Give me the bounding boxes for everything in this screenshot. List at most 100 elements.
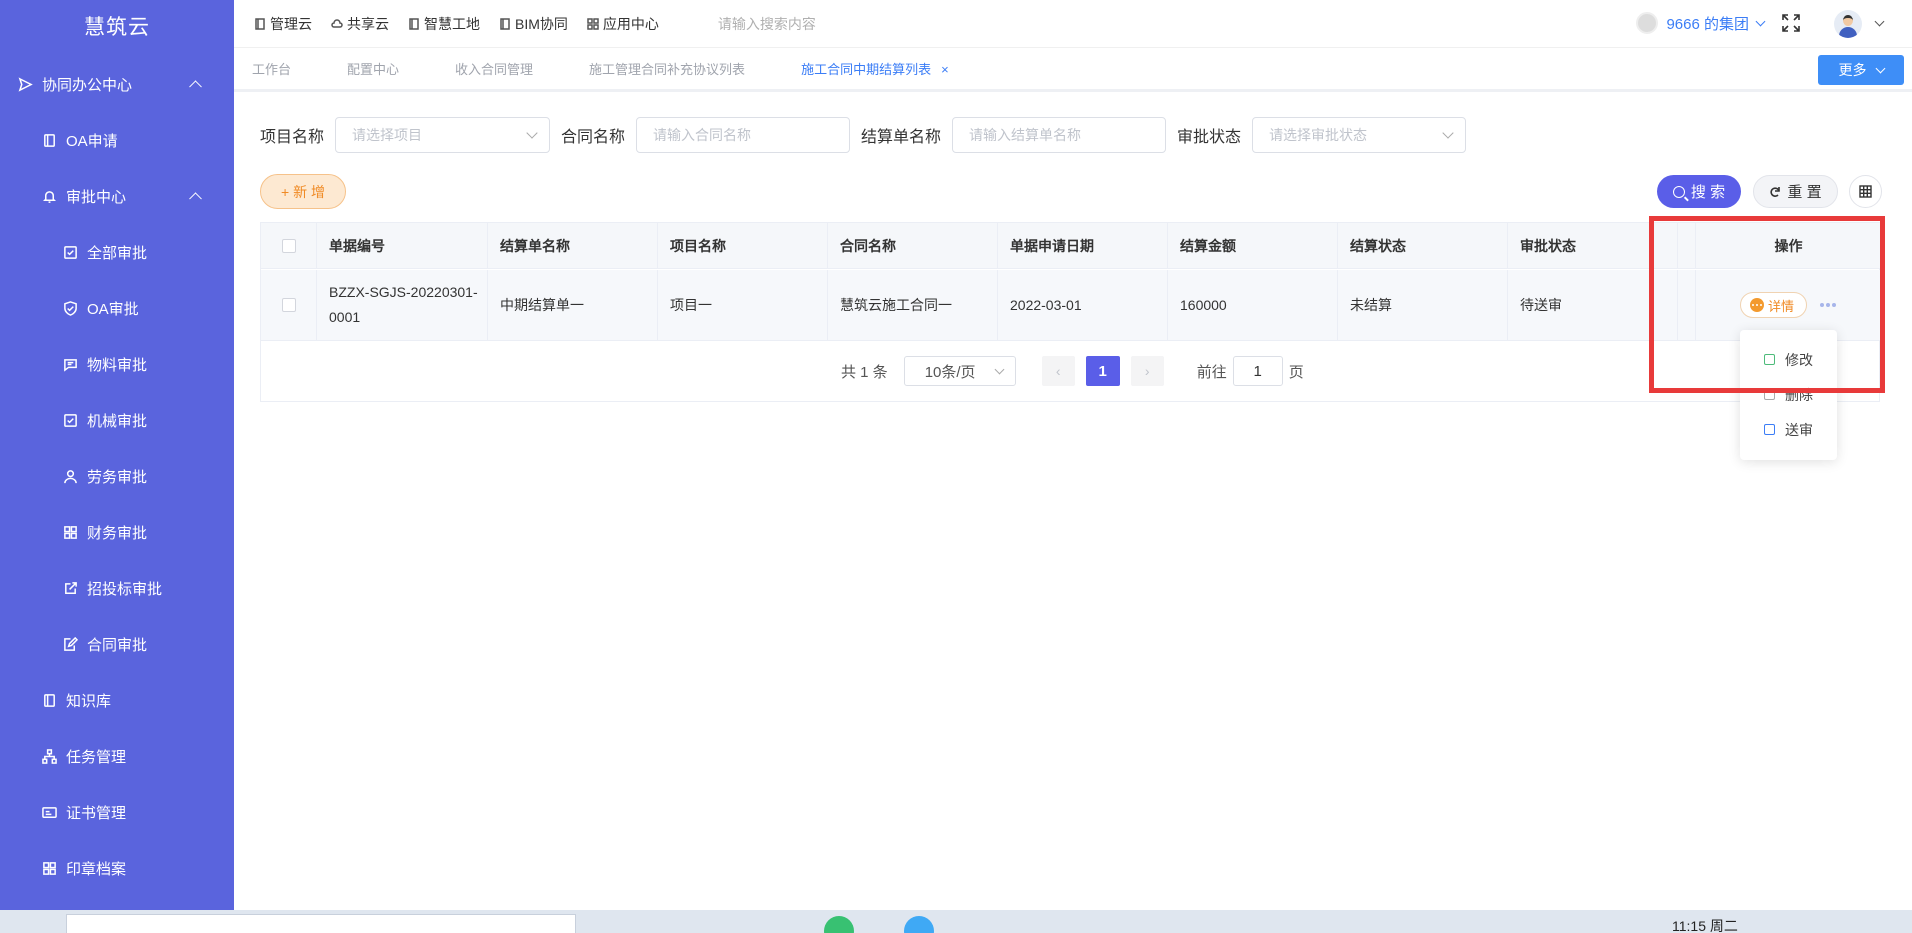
column-header[interactable]: 合同名称 bbox=[828, 223, 998, 268]
avatar[interactable] bbox=[1834, 10, 1862, 38]
prev-page-button[interactable]: ‹ bbox=[1041, 356, 1075, 386]
grid-icon bbox=[61, 523, 79, 541]
project-label: 项目名称 bbox=[260, 129, 325, 146]
topnav-shared-cloud[interactable]: 共享云 bbox=[331, 14, 389, 34]
menu-item-submit[interactable]: 送审 bbox=[1740, 412, 1837, 447]
edit-document-icon bbox=[61, 635, 79, 653]
sidebar-item-contract-approval[interactable]: 合同审批 bbox=[0, 616, 234, 672]
page-number-button[interactable]: 1 bbox=[1085, 356, 1120, 386]
sidebar-item-collab-office[interactable]: 协同办公中心 bbox=[0, 56, 234, 112]
app-icon[interactable] bbox=[824, 916, 854, 933]
avatar-body bbox=[1839, 27, 1857, 38]
column-spacer bbox=[1678, 270, 1696, 340]
table-cell: 慧筑云施工合同一 bbox=[828, 270, 998, 340]
sidebar-item-all-approvals[interactable]: 全部审批 bbox=[0, 224, 234, 280]
topnav-app-center[interactable]: 应用中心 bbox=[587, 14, 659, 34]
certificate-icon bbox=[40, 803, 58, 821]
header-select-cell bbox=[261, 223, 317, 268]
document-icon bbox=[40, 131, 58, 149]
column-header[interactable]: 项目名称 bbox=[658, 223, 828, 268]
table-cell: 未结算 bbox=[1338, 270, 1508, 340]
menu-item-label: 修改 bbox=[1785, 351, 1813, 368]
sidebar-item-finance-approval[interactable]: 财务审批 bbox=[0, 504, 234, 560]
org-selector[interactable]: 9666 的集团 bbox=[1636, 12, 1766, 34]
refresh-icon bbox=[1770, 186, 1781, 197]
sidebar-item-label: 印章档案 bbox=[66, 860, 127, 878]
topnav-smart-site[interactable]: 智慧工地 bbox=[408, 14, 480, 34]
close-icon[interactable]: × bbox=[941, 62, 949, 77]
column-header[interactable]: 单据申请日期 bbox=[998, 223, 1168, 268]
goto-page-input[interactable] bbox=[1232, 356, 1283, 386]
column-header[interactable]: 结算单名称 bbox=[488, 223, 658, 268]
chevron-down-icon[interactable] bbox=[1874, 16, 1885, 27]
app-brand: 慧筑云 bbox=[84, 16, 150, 39]
tab-income-contract[interactable]: 收入合同管理 bbox=[455, 59, 533, 78]
sidebar-item-labor-approval[interactable]: 劳务审批 bbox=[0, 448, 234, 504]
settlement-name-input[interactable] bbox=[952, 117, 1167, 153]
grid-icon bbox=[40, 859, 58, 877]
bell-icon bbox=[40, 187, 58, 205]
sidebar-item-material-approval[interactable]: 物料审批 bbox=[0, 336, 234, 392]
sidebar-item-machine-approval[interactable]: 机械审批 bbox=[0, 392, 234, 448]
reset-button[interactable]: 重 置 bbox=[1753, 175, 1838, 208]
row-actions-menu: 修改 删除 送审 bbox=[1740, 330, 1837, 460]
sidebar-item-oa-approval[interactable]: OA审批 bbox=[0, 280, 234, 336]
taskbar-search[interactable] bbox=[66, 914, 576, 933]
next-page-button[interactable]: › bbox=[1130, 356, 1164, 386]
approval-status-input[interactable] bbox=[1252, 117, 1467, 153]
table-cell: 2022-03-01 bbox=[998, 270, 1168, 340]
topnav-management-cloud[interactable]: 管理云 bbox=[254, 14, 312, 34]
select-all-checkbox[interactable] bbox=[281, 238, 296, 253]
add-button[interactable]: + 新 增 bbox=[260, 174, 346, 209]
approval-status-select[interactable] bbox=[1252, 117, 1467, 153]
tab-config-center[interactable]: 配置中心 bbox=[347, 59, 399, 78]
topnav-bim[interactable]: BIM协同 bbox=[499, 14, 568, 34]
fullscreen-icon[interactable] bbox=[1781, 13, 1801, 33]
topnav-label: 应用中心 bbox=[602, 15, 659, 32]
sidebar-item-bidding-approval[interactable]: 招投标审批 bbox=[0, 560, 234, 616]
global-search-input[interactable] bbox=[717, 15, 918, 32]
detail-button[interactable]: 详情 bbox=[1739, 292, 1807, 318]
menu-item-edit[interactable]: 修改 bbox=[1740, 342, 1837, 377]
page-size-select[interactable]: 10条/页 bbox=[903, 356, 1016, 386]
sidebar-item-approval-center[interactable]: 审批中心 bbox=[0, 168, 234, 224]
more-button[interactable]: 更多 bbox=[1818, 55, 1904, 85]
sidebar-item-label: 任务管理 bbox=[66, 748, 127, 766]
tab-supplement-agreement[interactable]: 施工管理合同补充协议列表 bbox=[589, 59, 745, 78]
menu-item-delete[interactable]: 删除 bbox=[1740, 377, 1837, 412]
sidebar-item-label: 机械审批 bbox=[87, 412, 148, 430]
sidebar-item-certificate-management[interactable]: 证书管理 bbox=[0, 784, 234, 840]
search-button[interactable]: 搜 索 bbox=[1657, 175, 1741, 208]
app-icon[interactable] bbox=[904, 916, 934, 933]
sidebar-item-knowledge-base[interactable]: 知识库 bbox=[0, 672, 234, 728]
sidebar-item-oa-apply[interactable]: OA申请 bbox=[0, 112, 234, 168]
book-icon bbox=[409, 17, 419, 30]
sidebar-item-label: 全部审批 bbox=[87, 244, 148, 262]
project-select-input[interactable] bbox=[335, 117, 551, 153]
settlement-table: 单据编号 结算单名称 项目名称 合同名称 单据申请日期 结算金额 结算状态 审批… bbox=[260, 222, 1881, 402]
sidebar-item-label: 劳务审批 bbox=[87, 468, 148, 486]
sidebar-item-label: 物料审批 bbox=[87, 356, 148, 374]
sidebar-item-task-management[interactable]: 任务管理 bbox=[0, 728, 234, 784]
more-actions-icon[interactable] bbox=[1819, 303, 1837, 307]
tab-interim-settlement[interactable]: 施工合同中期结算列表 × bbox=[801, 59, 949, 78]
project-select[interactable] bbox=[335, 117, 551, 153]
column-header[interactable]: 结算金额 bbox=[1168, 223, 1338, 268]
column-header[interactable]: 审批状态 bbox=[1508, 223, 1678, 268]
column-header[interactable]: 结算状态 bbox=[1338, 223, 1508, 268]
table-cell: 项目一 bbox=[658, 270, 828, 340]
chevron-down-icon bbox=[1755, 16, 1766, 26]
row-checkbox[interactable] bbox=[281, 298, 296, 312]
os-taskbar: 11:15 周二 bbox=[0, 910, 1912, 933]
org-logo bbox=[1636, 12, 1659, 34]
sidebar-item-seal-archive[interactable]: 印章档案 bbox=[0, 840, 234, 896]
contract-name-input[interactable] bbox=[636, 117, 851, 153]
tab-workbench[interactable]: 工作台 bbox=[252, 59, 291, 78]
detail-label: 详情 bbox=[1767, 298, 1794, 314]
column-header[interactable]: 单据编号 bbox=[317, 223, 488, 268]
sidebar-item-label: 财务审批 bbox=[87, 524, 148, 542]
column-settings-button[interactable] bbox=[1849, 175, 1882, 208]
sidebar-item-label: 证书管理 bbox=[66, 804, 127, 822]
sidebar: 慧筑云 协同办公中心 OA申请 审批中心 全部审批 OA审批 物料审批 机械审批… bbox=[0, 0, 234, 910]
external-edit-icon bbox=[61, 579, 79, 597]
